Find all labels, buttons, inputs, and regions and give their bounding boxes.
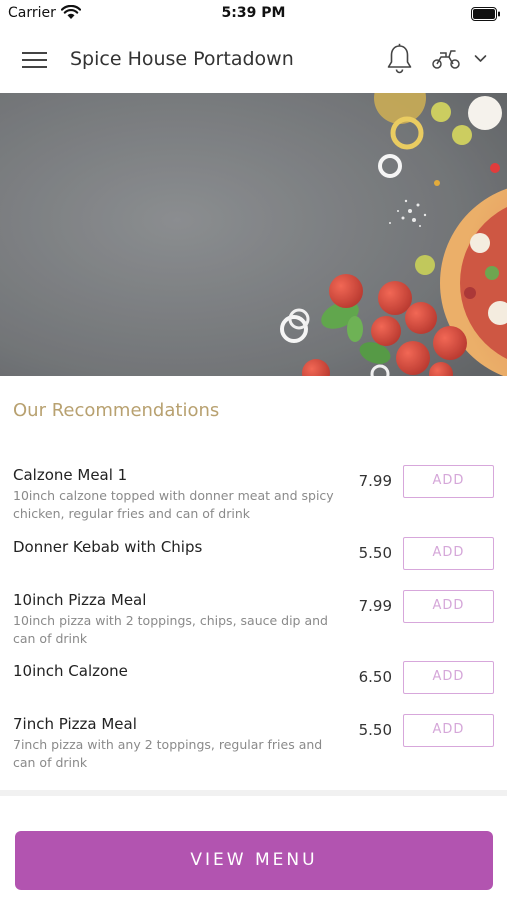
chevron-down-icon[interactable]: [474, 54, 487, 63]
menu-item: Donner Kebab with Chips 5.50 ADD: [0, 528, 507, 581]
section-divider: [0, 790, 507, 796]
item-name: 10inch Pizza Meal: [13, 591, 147, 609]
item-description: 10inch calzone topped with donner meat a…: [13, 488, 334, 521]
item-name: Donner Kebab with Chips: [13, 538, 203, 556]
item-price: 7.99: [358, 597, 392, 615]
app-header: Spice House Portadown: [0, 27, 507, 93]
item-description: 7inch pizza with any 2 toppings, regular…: [13, 737, 323, 770]
scooter-icon[interactable]: [431, 48, 461, 70]
menu-item: Calzone Meal 1 10inch calzone topped wit…: [0, 456, 507, 528]
restaurant-title: Spice House Portadown: [70, 48, 294, 70]
menu-item: 7inch Pizza Meal 7inch pizza with any 2 …: [0, 705, 507, 777]
item-price: 5.50: [358, 544, 392, 562]
add-button[interactable]: ADD: [403, 590, 494, 623]
item-price: 5.50: [358, 721, 392, 739]
item-name: Calzone Meal 1: [13, 466, 128, 484]
item-name: 7inch Pizza Meal: [13, 715, 137, 733]
add-button[interactable]: ADD: [403, 661, 494, 694]
item-price: 7.99: [358, 472, 392, 490]
recommendations-title: Our Recommendations: [13, 400, 220, 421]
item-price: 6.50: [358, 668, 392, 686]
status-bar: Carrier 5:39 PM: [0, 0, 507, 27]
add-button[interactable]: ADD: [403, 714, 494, 747]
menu-item: 10inch Calzone 6.50 ADD: [0, 652, 507, 705]
view-menu-button[interactable]: VIEW MENU: [15, 831, 493, 890]
clock: 5:39 PM: [221, 5, 286, 21]
add-button[interactable]: ADD: [403, 465, 494, 498]
bell-icon[interactable]: [386, 43, 413, 74]
add-button[interactable]: ADD: [403, 537, 494, 570]
menu-item: 10inch Pizza Meal 10inch pizza with 2 to…: [0, 581, 507, 652]
hero-food-image: [0, 93, 507, 376]
hamburger-menu-icon[interactable]: [22, 49, 48, 71]
hero-food-illustration: [0, 93, 507, 376]
item-name: 10inch Calzone: [13, 662, 128, 680]
battery-icon: [471, 7, 500, 21]
recommendations-list: Calzone Meal 1 10inch calzone topped wit…: [0, 456, 507, 777]
item-description: 10inch pizza with 2 toppings, chips, sau…: [13, 613, 328, 646]
